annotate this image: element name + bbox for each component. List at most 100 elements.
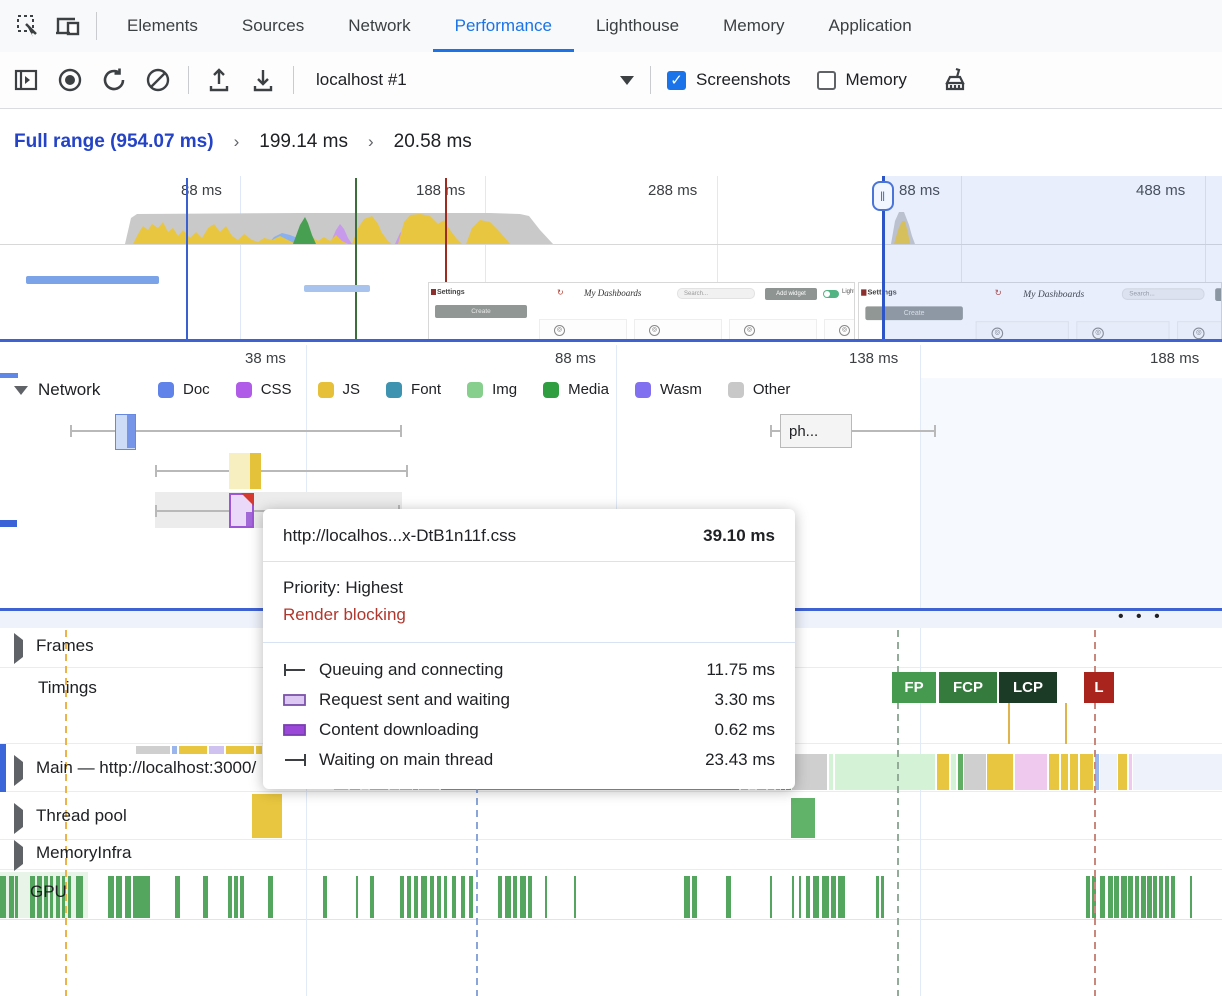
whisker-tick	[70, 425, 72, 437]
overview-selection-window[interactable]	[882, 176, 1222, 339]
box-light-icon	[283, 693, 319, 707]
tooltip-phases: Queuing and connecting 11.75 ms Request …	[263, 643, 795, 789]
collect-garbage-icon[interactable]	[933, 60, 977, 100]
request-tooltip: http://localhos...x-DtB1n11f.css 39.10 m…	[263, 509, 795, 789]
gpu-bar	[792, 876, 794, 918]
frames-expand-icon[interactable]	[14, 640, 34, 658]
phase-value: 23.43 ms	[705, 750, 775, 770]
upload-profile-icon[interactable]	[197, 60, 241, 100]
js-color-chip	[318, 382, 334, 398]
gpu-bar	[0, 876, 6, 918]
download-profile-icon[interactable]	[241, 60, 285, 100]
network-track-header: Network Doc CSS JS Font Img Media Wasm O…	[0, 380, 1222, 406]
timeline-overview[interactable]: 88 ms 188 ms 288 ms 88 ms 488 ms Setting…	[0, 176, 1222, 339]
flame-segment	[1061, 754, 1068, 790]
record-icon[interactable]	[48, 60, 92, 100]
thread-pool-row[interactable]	[0, 792, 1222, 840]
gpu-bar	[268, 876, 273, 918]
network-request-doc[interactable]	[115, 414, 136, 450]
lcp-badge[interactable]: LCP	[999, 672, 1057, 703]
tab-network[interactable]: Network	[326, 0, 432, 52]
breadcrumb-level2[interactable]: 199.14 ms	[259, 131, 348, 153]
phase-name: Queuing and connecting	[319, 660, 706, 680]
network-request-truncated[interactable]: ph...	[780, 414, 852, 448]
legend-item-other: Other	[728, 381, 791, 398]
memory-infra-row[interactable]	[0, 840, 1222, 870]
gpu-bar	[133, 876, 150, 918]
flame-segment	[179, 746, 207, 754]
ruler-tick: 188 ms	[1150, 350, 1199, 367]
fcp-badge[interactable]: FCP	[939, 672, 997, 703]
flame-segment	[1015, 754, 1047, 790]
memory-toggle[interactable]: Memory	[817, 70, 933, 90]
flame-segment	[829, 754, 833, 790]
network-track-toggle[interactable]: Network	[14, 380, 100, 400]
gpu-bar	[822, 876, 829, 918]
whisker-tick	[400, 425, 402, 437]
tab-application[interactable]: Application	[807, 0, 934, 52]
flame-segment	[1100, 754, 1117, 790]
main-expand-icon[interactable]	[14, 762, 34, 780]
mini-search: Search...	[677, 288, 755, 299]
doc-color-chip	[158, 382, 174, 398]
device-toolbar-icon[interactable]	[48, 8, 88, 44]
flame-segment	[792, 754, 827, 790]
filmstrip-screenshot[interactable]: Settings ↻ My Dashboards Search... Add w…	[428, 282, 855, 339]
tooltip-title-row: http://localhos...x-DtB1n11f.css 39.10 m…	[263, 509, 795, 561]
whisker-tick	[406, 465, 408, 477]
gpu-activity-bars[interactable]	[0, 874, 1222, 918]
history-select[interactable]: localhost #1	[302, 70, 642, 90]
network-request-js[interactable]	[229, 453, 261, 489]
gpu-bar	[813, 876, 819, 918]
breadcrumb-full-range[interactable]: Full range (954.07 ms)	[14, 131, 214, 153]
screenshots-checkbox[interactable]: ✓	[667, 71, 686, 90]
tab-elements[interactable]: Elements	[105, 0, 220, 52]
memory-infra-expand-icon[interactable]	[14, 847, 34, 865]
gpu-bar	[125, 876, 131, 918]
gpu-bar	[356, 876, 358, 918]
flame-segment	[226, 746, 254, 754]
memory-checkbox[interactable]	[817, 71, 836, 90]
gpu-bar	[1121, 876, 1127, 918]
network-request-css-hovered[interactable]	[229, 493, 254, 528]
legend-item-img: Img	[467, 381, 517, 398]
mini-title: My Dashboards	[584, 288, 641, 298]
gpu-bar	[437, 876, 441, 918]
l-badge[interactable]: L	[1084, 672, 1114, 703]
render-blocking-corner	[241, 493, 254, 506]
legend-item-css: CSS	[236, 381, 292, 398]
reload-record-icon[interactable]	[92, 60, 136, 100]
network-left-mark	[0, 373, 18, 378]
screenshot-thumbnail: Settings ↻ My Dashboards Search... Add w…	[429, 283, 855, 339]
tab-lighthouse[interactable]: Lighthouse	[574, 0, 701, 52]
screenshots-toggle[interactable]: ✓ Screenshots	[667, 70, 817, 90]
whisker-tick	[155, 465, 157, 477]
thread-pool-task[interactable]	[791, 798, 815, 838]
thread-pool-task[interactable]	[252, 794, 282, 838]
flame-segment	[937, 754, 949, 790]
tab-sources[interactable]: Sources	[220, 0, 326, 52]
flame-segment	[256, 746, 262, 754]
flame-segment	[1129, 754, 1132, 790]
gpu-bar	[528, 876, 532, 918]
more-button[interactable]: • • •	[1118, 608, 1164, 626]
tab-performance[interactable]: Performance	[433, 0, 574, 52]
flame-segment	[951, 754, 956, 790]
css-color-chip	[236, 382, 252, 398]
mini-settings: Settings	[437, 289, 465, 296]
thread-pool-expand-icon[interactable]	[14, 810, 34, 828]
toggle-sidebar-icon[interactable]	[4, 60, 48, 100]
inspect-element-icon[interactable]	[8, 8, 48, 44]
clear-icon[interactable]	[136, 60, 180, 100]
mini-toggle-knob	[824, 291, 830, 297]
gpu-bar	[234, 876, 238, 918]
fp-badge[interactable]: FP	[892, 672, 936, 703]
chevron-right-icon: ›	[234, 132, 240, 152]
gpu-bar	[76, 876, 83, 918]
selection-left-handle[interactable]: ‖	[872, 181, 894, 211]
gpu-bar	[1141, 876, 1146, 918]
breadcrumb-level3[interactable]: 20.58 ms	[394, 131, 472, 153]
tab-memory[interactable]: Memory	[701, 0, 806, 52]
chevron-down-icon	[14, 386, 28, 395]
flame-segment	[964, 754, 986, 790]
